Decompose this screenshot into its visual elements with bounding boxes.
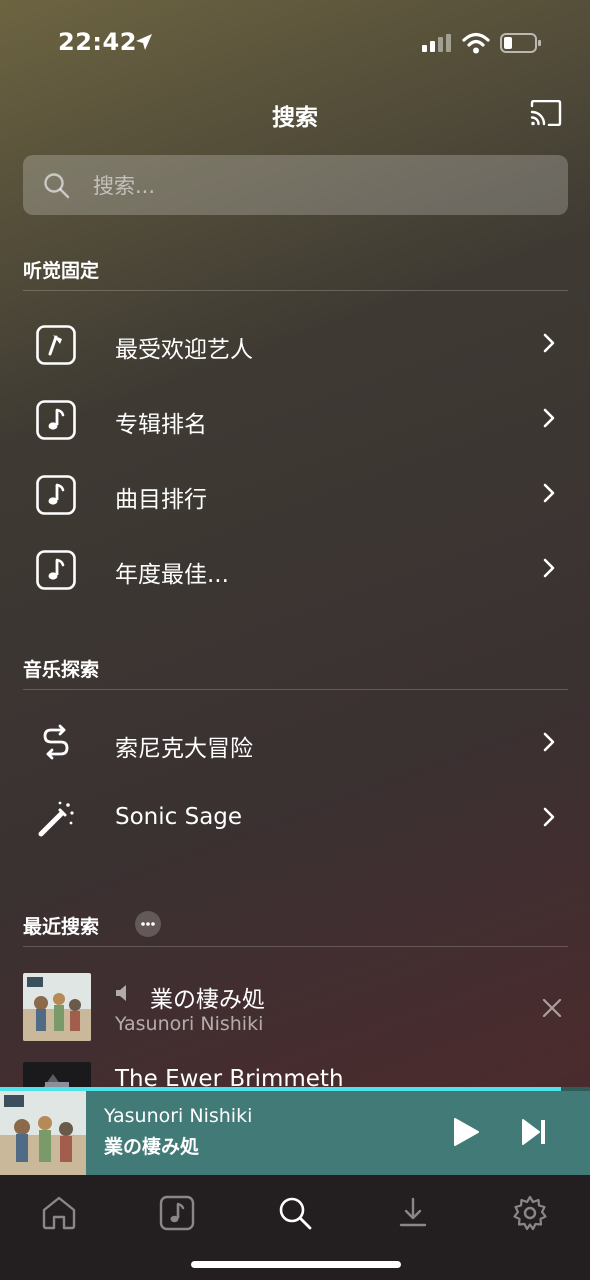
recent-item-artist: Yasunori Nishiki [115,1013,264,1035]
row-top-albums[interactable]: 专辑排名 [0,383,590,457]
now-playing-title: 業の棲み処 [104,1136,200,1158]
magic-wand-icon [38,801,74,837]
search-bar[interactable] [23,155,568,217]
row-label: 专辑排名 [115,412,207,438]
battery-icon [500,33,541,53]
search-icon [44,173,70,199]
more-options-button[interactable] [135,911,161,937]
chevron-right-icon [543,732,555,752]
chevron-right-icon [543,558,555,578]
divider [23,689,568,690]
row-top-artists[interactable]: 最受欢迎艺人 [0,308,590,382]
album-art-image [0,1091,86,1175]
chevron-right-icon [543,408,555,428]
shuffle-path-icon [43,724,69,760]
section-title-recent: 最近搜索 [23,916,100,938]
row-top-tracks[interactable]: 曲目排行 [0,458,590,532]
skip-next-button[interactable] [520,1118,548,1146]
ellipsis-icon [141,922,155,926]
row-label: 索尼克大冒险 [115,736,253,762]
row-label: 曲目排行 [115,487,207,513]
wifi-icon [462,32,490,54]
row-best-of-year[interactable]: 年度最佳... [0,533,590,607]
chevron-right-icon [543,333,555,353]
page-title: 搜索 [272,105,318,131]
speaker-icon [116,985,126,1001]
music-note-icon [36,400,76,440]
chevron-right-icon [543,807,555,827]
home-indicator [191,1261,401,1268]
row-sonic-sage[interactable]: Sonic Sage [0,782,590,856]
cellular-signal-icon [422,34,451,52]
now-playing-artist: Yasunori Nishiki [104,1105,253,1127]
library-icon[interactable] [157,1193,197,1233]
microphone-icon [36,325,76,365]
settings-icon[interactable] [510,1193,550,1233]
cast-icon[interactable] [530,100,562,126]
chevron-right-icon [543,483,555,503]
recent-item-title: 業の棲み処 [150,987,265,1013]
now-playing-art [0,1091,86,1175]
album-art [23,973,91,1041]
play-button[interactable] [452,1117,480,1147]
row-sonic-adventure[interactable]: 索尼克大冒险 [0,707,590,781]
row-label: 最受欢迎艺人 [115,337,253,363]
progress-bar[interactable] [0,1087,590,1091]
album-art-image [23,973,91,1041]
tab-bar [0,1175,590,1280]
music-note-icon [36,475,76,515]
section-title-discovery: 音乐探索 [23,659,100,681]
row-label: 年度最佳... [115,562,229,588]
mini-player[interactable]: Yasunori Nishiki 業の棲み処 [0,1087,590,1175]
search-input[interactable] [91,155,555,217]
status-time: 22:42 [58,28,137,56]
search-icon[interactable] [275,1193,315,1233]
download-icon[interactable] [393,1193,433,1233]
location-arrow-icon [136,34,152,50]
divider [23,290,568,291]
divider [23,946,568,947]
row-label: Sonic Sage [115,804,243,830]
home-icon[interactable] [39,1193,79,1233]
close-icon[interactable] [541,997,563,1019]
music-note-icon [36,550,76,590]
section-title-charts: 听觉固定 [23,260,100,282]
